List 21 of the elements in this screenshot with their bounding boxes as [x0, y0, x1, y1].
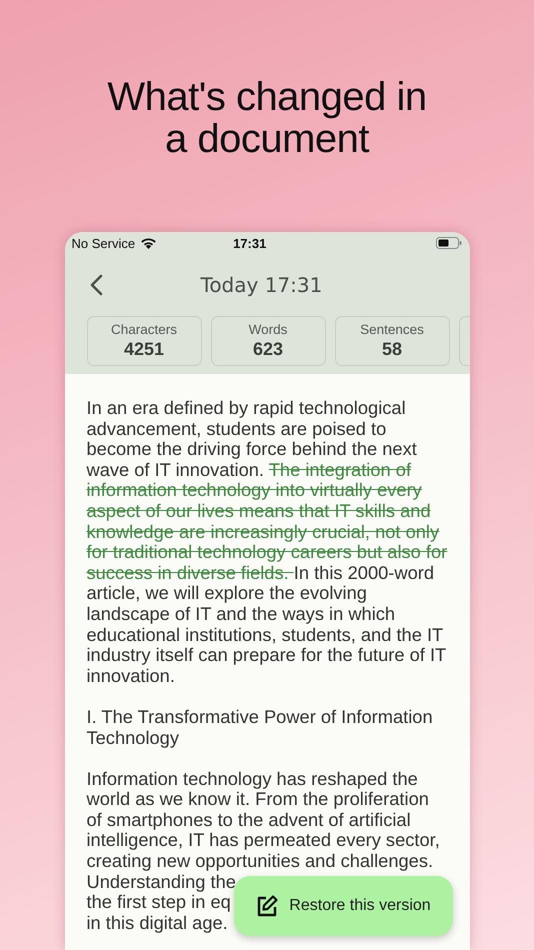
stat-value: 623 [252, 339, 284, 360]
paragraph: Information technology has reshaped the world as we know it. From the proliferation of smartphones to the advent of artificial intelligence, IT has permeated every sector, creating new opportunities and challenges. [86, 768, 441, 872]
text-line: Understanding the [86, 872, 236, 892]
status-time: 17:31 [233, 236, 266, 250]
restore-button[interactable]: Restore this version [234, 876, 452, 936]
stat-label: Words [248, 322, 288, 337]
stat-value: 58 [382, 339, 402, 360]
headline: What's changed in a document [106, 76, 428, 160]
paragraph: I. The Transformative Power of Information Technology [86, 706, 434, 748]
back-icon[interactable] [88, 274, 102, 296]
edit-icon [255, 894, 280, 918]
battery-icon [436, 237, 462, 249]
paragraph: In an era defined by rapid technological advancement, students are poised to become the driving force behind the next wave of IT innovation. The integration of information technology into virtually every aspect of our lives means that IT skills and knowledge are increasingly crucial, not only for traditional technology careers but also for success in diverse fields. In this 2000-word article, we will explore the evolving landscape of IT and the ways in which educational institutions, students, and the IT industry itself can prepare for the future of IT innovation. [86, 398, 448, 686]
wifi-icon [140, 237, 158, 249]
stat-label: Sentences [360, 322, 424, 337]
stat-value: 4251 [124, 339, 164, 360]
text-line: the first step in eq [86, 892, 231, 913]
header-title: Today 17:31 [200, 273, 322, 297]
text-line: in this digital age. [86, 912, 228, 934]
carrier-text: No Service [72, 236, 136, 250]
stat-label: Characters [110, 322, 178, 337]
